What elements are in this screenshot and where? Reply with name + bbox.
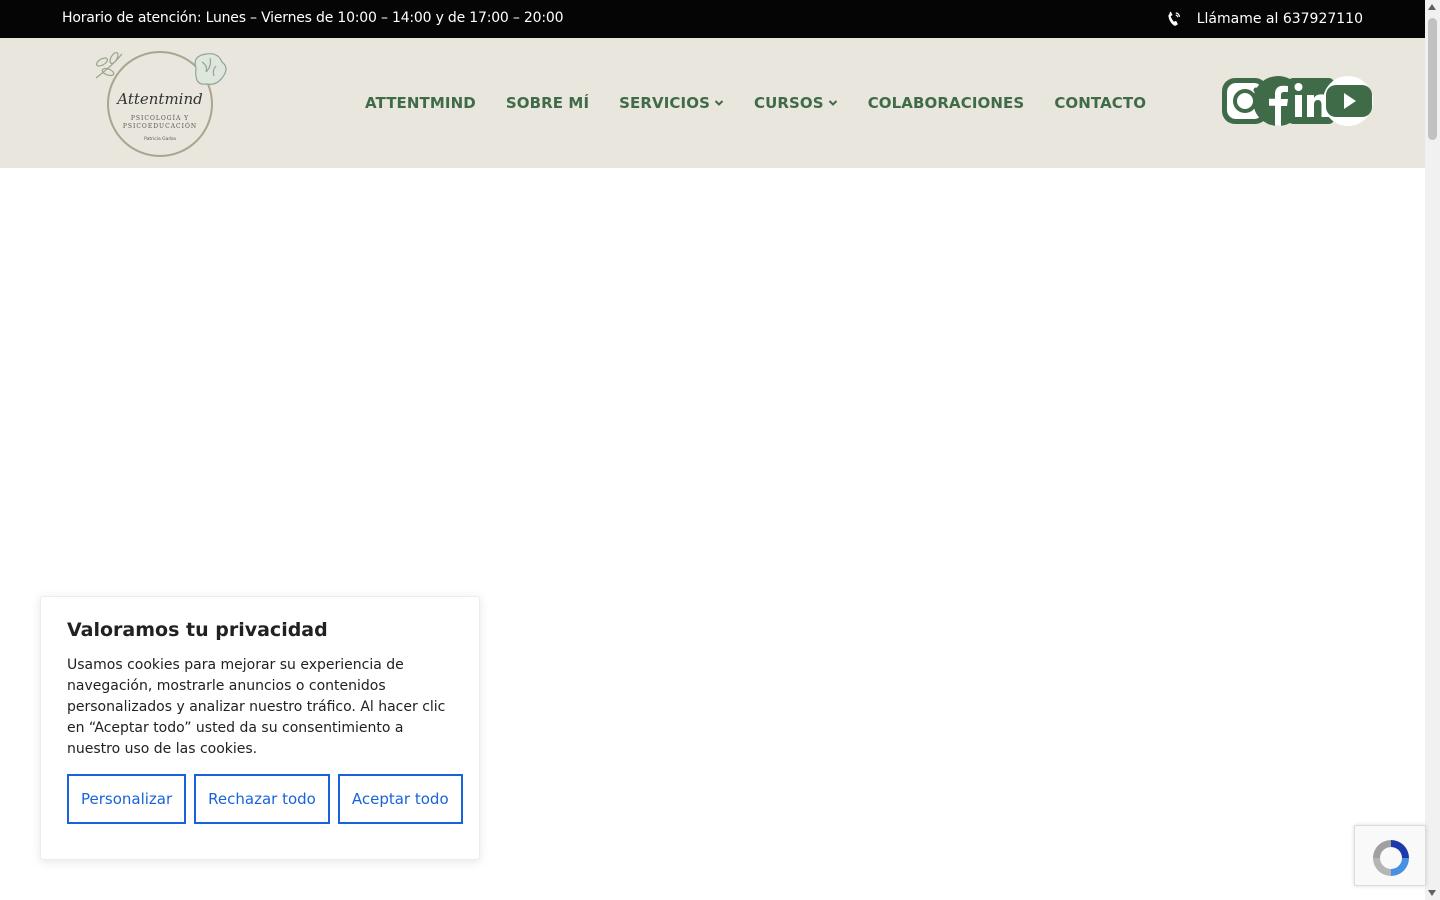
nav-label: CURSOS — [753, 94, 824, 112]
nav-item-colaboraciones[interactable]: COLABORACIONES — [868, 94, 1025, 112]
scrollbar-thumb[interactable] — [1428, 18, 1437, 140]
nav-label: ATTENTMIND — [365, 94, 476, 112]
customize-button[interactable]: Personalizar — [67, 774, 187, 824]
chevron-down-icon — [828, 100, 837, 106]
recaptcha-icon — [1373, 840, 1409, 876]
cookie-title: Valoramos tu privacidad — [67, 619, 328, 641]
scroll-up-icon[interactable] — [1428, 4, 1436, 10]
logo-name: Attentmind — [115, 90, 202, 108]
scroll-down-icon[interactable] — [1428, 890, 1436, 896]
social-links — [1220, 75, 1375, 127]
chevron-down-icon — [714, 100, 724, 106]
page-scrollbar[interactable] — [1425, 0, 1440, 900]
logo-author: Patricia Garba — [144, 136, 176, 142]
nav-label: COLABORACIONES — [867, 94, 1025, 112]
nav-item-cursos[interactable]: CURSOS — [754, 94, 838, 112]
nav-item-contacto[interactable]: CONTACTO — [1054, 94, 1146, 112]
site-logo[interactable]: Attentmind PSICOLOGÍA Y PSICOEDUCACIÓN P… — [92, 48, 228, 160]
phone-ringing-icon — [1168, 11, 1180, 26]
phone-link[interactable]: Llámame al 637927110 — [1165, 10, 1363, 28]
cookie-buttons: Personalizar Rechazar todo Aceptar todo — [67, 774, 463, 824]
logo-tagline-2: PSICOEDUCACIÓN — [123, 122, 197, 130]
opening-hours: Horario de atención: Lunes – Viernes de … — [62, 10, 564, 26]
cookie-text: Usamos cookies para mejorar su experienc… — [67, 657, 446, 757]
nav-label: SOBRE MÍ — [505, 94, 590, 112]
accept-all-button[interactable]: Aceptar todo — [337, 774, 463, 824]
site-header: Attentmind PSICOLOGÍA Y PSICOEDUCACIÓN P… — [0, 38, 1425, 168]
phone-number[interactable]: Llámame al 637927110 — [1197, 11, 1363, 27]
nav-item-sobre-mi[interactable]: SOBRE MÍ — [506, 94, 589, 112]
logo-emblem: Attentmind PSICOLOGÍA Y PSICOEDUCACIÓN P… — [95, 51, 227, 157]
nav-item-servicios[interactable]: SERVICIOS — [619, 94, 724, 112]
youtube-icon[interactable] — [1322, 75, 1374, 127]
main-nav: ATTENTMIND SOBRE MÍ SERVICIOS CURSOS COL… — [365, 94, 1146, 112]
nav-label: CONTACTO — [1054, 94, 1147, 112]
nav-label: SERVICIOS — [619, 94, 710, 112]
recaptcha-badge[interactable] — [1354, 825, 1426, 886]
cookie-consent-banner: Valoramos tu privacidad Usamos cookies p… — [40, 596, 480, 860]
logo-tagline-1: PSICOLOGÍA Y — [131, 115, 189, 122]
reject-all-button[interactable]: Rechazar todo — [194, 774, 330, 824]
nav-item-attentmind[interactable]: ATTENTMIND — [365, 94, 476, 112]
top-bar: Horario de atención: Lunes – Viernes de … — [0, 0, 1425, 38]
